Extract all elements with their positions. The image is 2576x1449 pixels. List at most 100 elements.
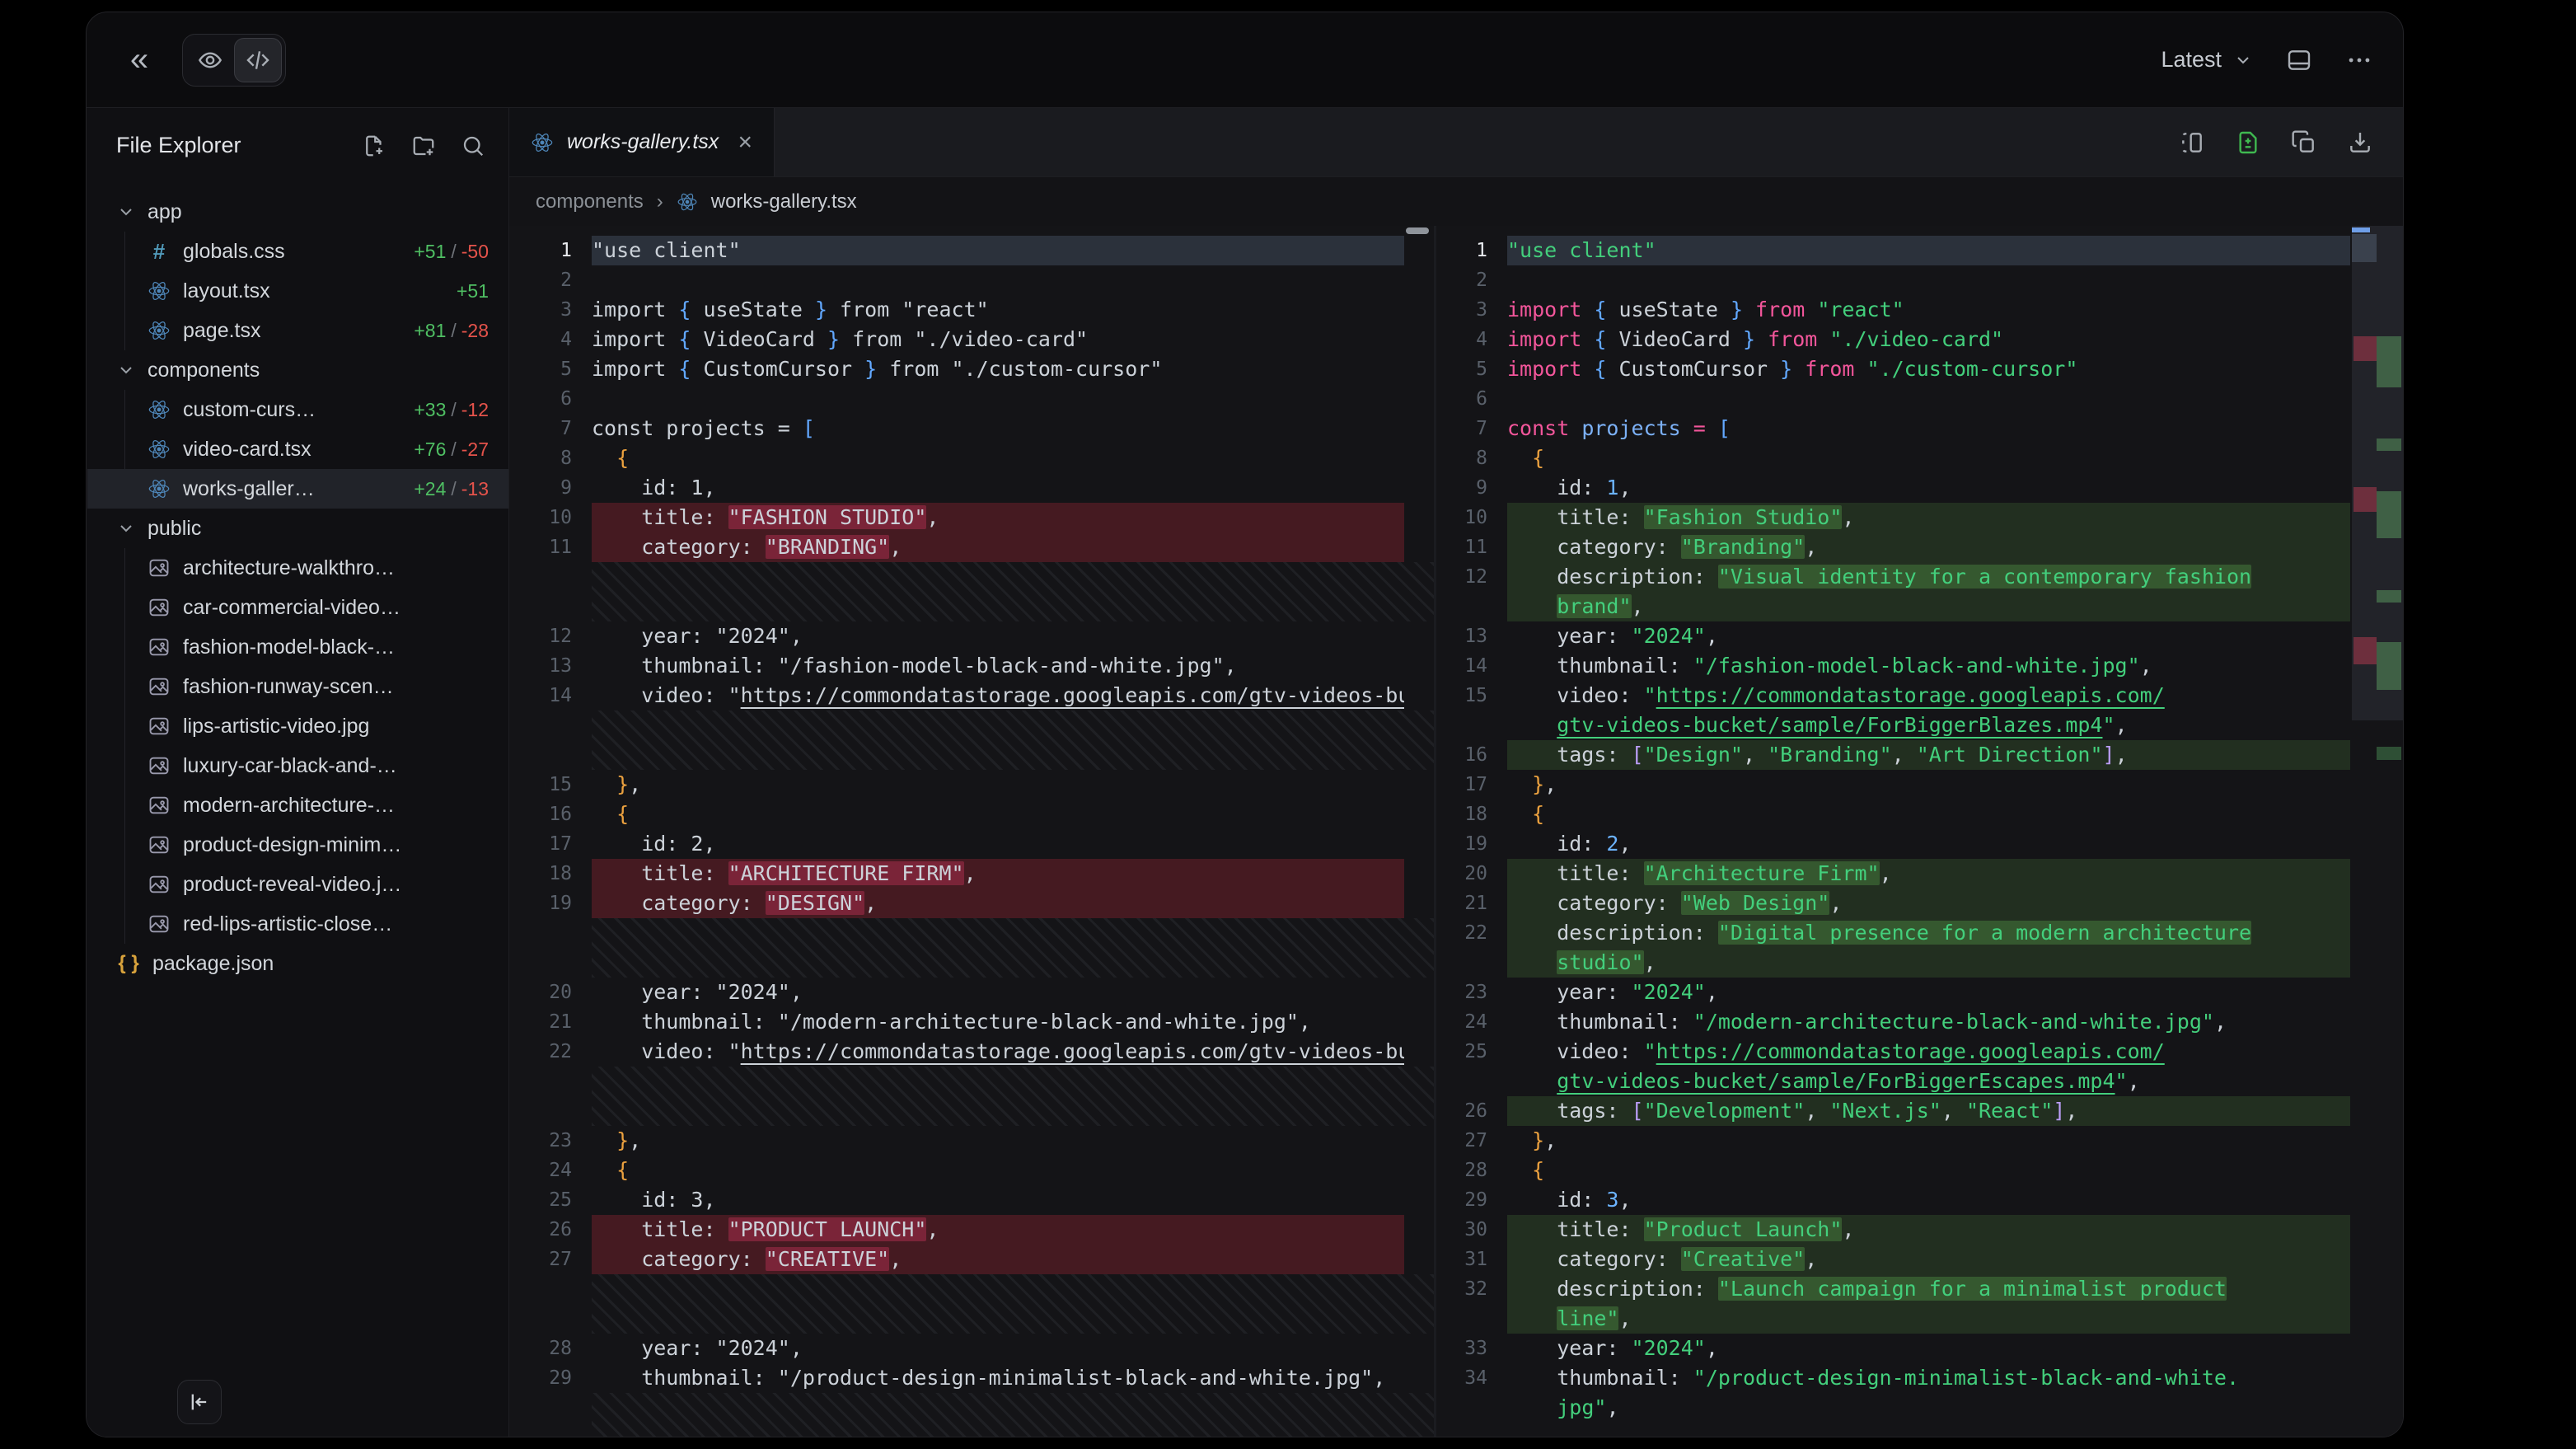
- code-row: 19 category: "DESIGN",: [509, 889, 1434, 918]
- code-row: 17 },: [1436, 770, 2403, 800]
- code-line: title: "PRODUCT LAUNCH",: [592, 1215, 1404, 1245]
- tree-file-modern-architecture-[interactable]: modern-architecture-…: [125, 785, 508, 825]
- code-line: video: "https://commondatastorage.google…: [592, 681, 1404, 710]
- code-row: 26 title: "PRODUCT LAUNCH",: [509, 1215, 1434, 1245]
- search-files-button[interactable]: [461, 134, 485, 158]
- tree-file-package.json[interactable]: { }package.json: [87, 944, 508, 983]
- react-file-icon: [677, 191, 698, 213]
- diff-spacer: [592, 1274, 1434, 1334]
- code-row: 2: [509, 265, 1434, 295]
- tree-folder-app[interactable]: app: [87, 192, 508, 232]
- line-number: 15: [1436, 681, 1507, 710]
- diff-overview-ruler[interactable]: [2352, 226, 2403, 1437]
- line-number: 29: [509, 1363, 592, 1393]
- tree-file-product-design-minim[interactable]: product-design-minim…: [125, 825, 508, 865]
- code-row: 34 thumbnail: "/product-design-minimalis…: [1436, 1363, 2403, 1393]
- new-folder-button[interactable]: [411, 134, 436, 158]
- diff-spacer: [592, 1067, 1434, 1126]
- diff-pane-new: 1"use client"23import { useState } from …: [1436, 226, 2403, 1437]
- code-row: 18 title: "ARCHITECTURE FIRM",: [509, 859, 1434, 889]
- code-line: year: "2024",: [1507, 621, 2350, 651]
- line-number: 18: [1436, 800, 1507, 829]
- collapse-sidebar-button[interactable]: [177, 1380, 222, 1424]
- code-line: import { VideoCard } from "./video-card": [1507, 325, 2350, 354]
- code-line: {: [1507, 1156, 2350, 1185]
- download-button[interactable]: [2347, 129, 2373, 156]
- tree-folder-public[interactable]: public: [87, 509, 508, 548]
- tree-file-fashion-runway-scen[interactable]: fashion-runway-scen…: [125, 667, 508, 706]
- line-number: 29: [1436, 1185, 1507, 1215]
- tree-file-luxury-car-black-and-[interactable]: luxury-car-black-and-…: [125, 746, 508, 785]
- tree-file-lips-artistic-video.jpg[interactable]: lips-artistic-video.jpg: [125, 706, 508, 746]
- ruler-mark-sel: [2352, 234, 2377, 262]
- code-line: title: "Fashion Studio",: [1507, 503, 2350, 532]
- line-number: 26: [509, 1215, 592, 1245]
- code-line: [592, 265, 1404, 295]
- tree-file-video-card.tsx[interactable]: video-card.tsx+76/-27: [125, 429, 508, 469]
- line-number: 9: [509, 473, 592, 503]
- code-line: category: "CREATIVE",: [592, 1245, 1404, 1274]
- line-number: 12: [509, 621, 592, 651]
- code-line: const projects = [: [592, 414, 1404, 443]
- code-row: 18 {: [1436, 800, 2403, 829]
- preview-eye-toggle[interactable]: [186, 38, 234, 82]
- version-selector[interactable]: Latest: [2161, 47, 2253, 73]
- copy-code-button[interactable]: [2291, 129, 2317, 156]
- tree-file-custom-curs[interactable]: custom-curs…+33/-12: [125, 390, 508, 429]
- line-number: 16: [509, 800, 592, 829]
- tree-file-red-lips-artistic-close[interactable]: red-lips-artistic-close…: [125, 904, 508, 944]
- code-row: 25 id: 3,: [509, 1185, 1434, 1215]
- eye-icon: [197, 47, 223, 73]
- tree-file-layout.tsx[interactable]: layout.tsx+51: [125, 271, 508, 311]
- code-line: "use client": [1507, 236, 2350, 265]
- tree-file-fashion-model-black-[interactable]: fashion-model-black-…: [125, 627, 508, 667]
- tab-close-button[interactable]: ×: [738, 129, 752, 157]
- code-line: category: "BRANDING",: [592, 532, 1404, 562]
- tree-file-product-reveal-video.j[interactable]: product-reveal-video.j…: [125, 865, 508, 904]
- code-line: thumbnail: "/modern-architecture-black-a…: [1507, 1007, 2350, 1037]
- split-view-button[interactable]: [2179, 129, 2205, 156]
- tree-file-architecture-walkthro[interactable]: architecture-walkthro…: [125, 548, 508, 588]
- line-number: 11: [509, 532, 592, 562]
- code-row: 21 category: "Web Design",: [1436, 889, 2403, 918]
- line-number: 4: [1436, 325, 1507, 354]
- code-row: 9 id: 1,: [1436, 473, 2403, 503]
- new-file-button[interactable]: [362, 134, 386, 158]
- code-line: year: "2024",: [1507, 1334, 2350, 1363]
- tree-file-works-galler[interactable]: works-galler…+24/-13: [87, 469, 508, 509]
- file-label: layout.tsx: [183, 279, 270, 303]
- version-label: Latest: [2161, 47, 2222, 73]
- more-options-button[interactable]: [2345, 46, 2373, 74]
- tree-folder-components[interactable]: components: [87, 350, 508, 390]
- code-row: 8 {: [509, 443, 1434, 473]
- ruler-mark-add-dark: [2377, 747, 2401, 760]
- line-number: 23: [509, 1126, 592, 1156]
- breadcrumb-folder[interactable]: components: [536, 190, 644, 213]
- code-line: },: [1507, 770, 2350, 800]
- line-number: 24: [509, 1156, 592, 1185]
- left-pane-scrollbar-thumb[interactable]: [1406, 227, 1429, 234]
- tab-works-gallery[interactable]: works-gallery.tsx ×: [509, 108, 775, 176]
- bottom-panel-button[interactable]: [2286, 47, 2312, 73]
- line-number: 19: [1436, 829, 1507, 859]
- breadcrumb-separator-icon: ›: [657, 190, 663, 213]
- line-number: 17: [509, 829, 592, 859]
- code-line: },: [592, 1126, 1404, 1156]
- line-number: 5: [1436, 354, 1507, 384]
- line-number: 28: [1436, 1156, 1507, 1185]
- code-row: 8 {: [1436, 443, 2403, 473]
- line-number: 4: [509, 325, 592, 354]
- tree-file-page.tsx[interactable]: page.tsx+81/-28: [125, 311, 508, 350]
- code-line: year: "2024",: [592, 978, 1404, 1007]
- code-view-toggle[interactable]: [234, 38, 282, 82]
- collapse-panel-button[interactable]: «: [116, 37, 162, 83]
- diff-view-button[interactable]: [2235, 129, 2261, 156]
- code-line: title: "ARCHITECTURE FIRM",: [592, 859, 1404, 889]
- code-line: title: "FASHION STUDIO",: [592, 503, 1404, 532]
- tree-file-car-commercial-video[interactable]: car-commercial-video…: [125, 588, 508, 627]
- line-number: 14: [1436, 651, 1507, 681]
- line-number: 1: [1436, 236, 1507, 265]
- line-number: 27: [1436, 1126, 1507, 1156]
- tree-file-globals.css[interactable]: #globals.css+51/-50: [125, 232, 508, 271]
- code-row: 26 tags: ["Development", "Next.js", "Rea…: [1436, 1096, 2403, 1126]
